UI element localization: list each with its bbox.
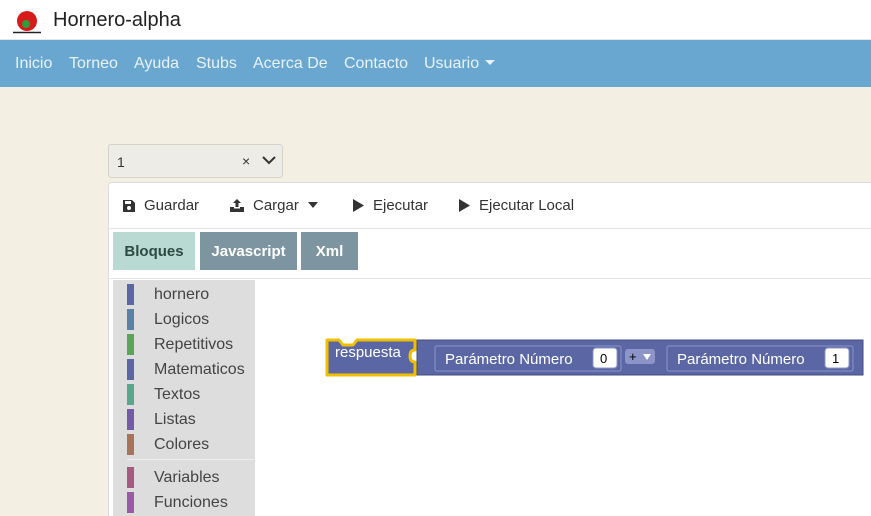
param-number-block-1[interactable]: Parámetro Número 0 [434, 345, 622, 372]
nav-usuario-dropdown[interactable]: Usuario [424, 55, 496, 73]
chevron-down-icon[interactable] [261, 152, 277, 168]
category-label: Logicos [154, 311, 210, 328]
nav-contacto[interactable]: Contacto [344, 55, 408, 73]
editor-panel: Guardar Cargar Ejecutar Ejecutar Local B… [108, 182, 871, 516]
floppy-disk-icon [123, 200, 135, 212]
category-label: Matematicos [154, 361, 245, 378]
nav-torneo[interactable]: Torneo [69, 55, 118, 73]
category-label: Funciones [154, 494, 228, 511]
clear-icon[interactable]: × [242, 153, 250, 169]
blockly-toolbox: hornero Logicos Repetitivos Matematicos … [113, 280, 255, 516]
load-label: Cargar [253, 197, 299, 214]
category-color-swatch [127, 309, 134, 330]
category-label: Variables [154, 469, 220, 486]
toolbox-category-colores[interactable]: Colores [113, 432, 255, 457]
top-bar: Hornero-alpha [0, 0, 871, 40]
nav-acerca-de[interactable]: Acerca De [253, 55, 328, 73]
respuesta-block-label: respuesta [335, 344, 402, 361]
save-button[interactable]: Guardar [123, 197, 199, 214]
category-color-swatch [127, 434, 134, 455]
tab-bloques[interactable]: Bloques [113, 232, 195, 270]
toolbox-category-matematicos[interactable]: Matematicos [113, 357, 255, 382]
nav-inicio[interactable]: Inicio [15, 55, 52, 73]
category-color-swatch [127, 359, 134, 380]
param-number-value-1: 0 [600, 351, 607, 366]
blockly-workspace[interactable]: respuesta Parámetro Número 0 + Parámetro… [255, 280, 871, 516]
toolbox-category-logicos[interactable]: Logicos [113, 307, 255, 332]
toolbox-category-variables[interactable]: Variables [113, 465, 255, 490]
nav-ayuda[interactable]: Ayuda [134, 55, 179, 73]
play-icon [459, 199, 470, 212]
save-label: Guardar [144, 197, 200, 214]
category-color-swatch [127, 284, 134, 305]
load-dropdown-button[interactable]: Cargar [230, 197, 318, 214]
param-number-value-2: 1 [832, 351, 839, 366]
run-label: Ejecutar [373, 197, 429, 214]
respuesta-block[interactable]: respuesta [325, 338, 417, 377]
category-color-swatch [127, 409, 134, 430]
operator-label: + [629, 349, 637, 364]
toolbox-category-funciones[interactable]: Funciones [113, 490, 255, 515]
tab-javascript[interactable]: Javascript [200, 232, 297, 270]
upload-icon [230, 199, 244, 212]
caret-down-icon [307, 202, 318, 208]
category-color-swatch [127, 492, 134, 513]
category-label: Repetitivos [154, 336, 234, 353]
category-color-swatch [127, 467, 134, 488]
nav-usuario-label: Usuario [424, 55, 480, 72]
caret-down-icon [485, 60, 496, 65]
play-icon [353, 199, 364, 212]
category-label: hornero [154, 286, 210, 303]
run-local-button[interactable]: Ejecutar Local [459, 197, 574, 214]
nav-stubs[interactable]: Stubs [196, 55, 237, 73]
workspace-canvas: respuesta Parámetro Número 0 + Parámetro… [325, 338, 864, 377]
tab-divider [109, 278, 871, 279]
toolbox-category-hornero[interactable]: hornero [113, 282, 255, 307]
category-label: Textos [154, 386, 201, 403]
param-number-label-2: Parámetro Número [677, 351, 805, 368]
category-color-swatch [127, 384, 134, 405]
toolbox-separator [127, 459, 255, 460]
run-local-label: Ejecutar Local [479, 197, 575, 214]
toolbox-category-listas[interactable]: Listas [113, 407, 255, 432]
problem-select[interactable]: 1 × [108, 144, 283, 178]
category-label: Listas [154, 411, 196, 428]
main-navbar: Inicio Torneo Ayuda Stubs Acerca De Cont… [0, 40, 871, 87]
param-number-block-2[interactable]: Parámetro Número 1 [666, 345, 854, 372]
run-button[interactable]: Ejecutar [353, 197, 428, 214]
app-title[interactable]: Hornero-alpha [53, 9, 181, 32]
category-label: Colores [154, 436, 210, 453]
tab-xml[interactable]: Xml [301, 232, 358, 270]
toolbox-category-repetitivos[interactable]: Repetitivos [113, 332, 255, 357]
hornero-logo-icon [13, 11, 41, 34]
editor-toolbar: Guardar Cargar Ejecutar Ejecutar Local [109, 183, 871, 229]
param-number-label-1: Parámetro Número [445, 351, 573, 368]
select-value: 1 [117, 154, 125, 170]
category-color-swatch [127, 334, 134, 355]
toolbox-category-textos[interactable]: Textos [113, 382, 255, 407]
operator-dropdown[interactable]: + [625, 349, 655, 364]
